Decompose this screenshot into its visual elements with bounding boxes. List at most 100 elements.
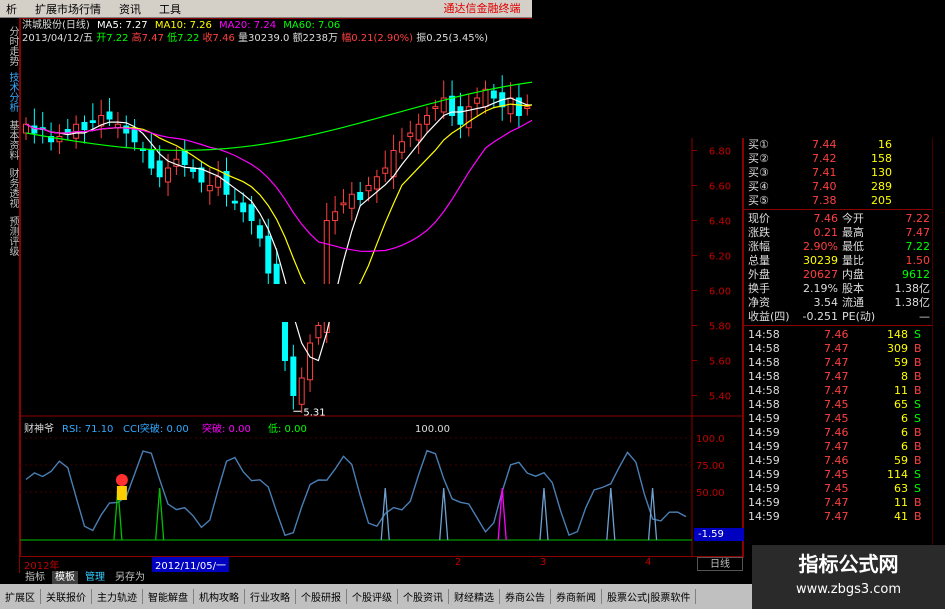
watermark-url: www.zbgs3.com [795,582,902,597]
candle-body [298,377,305,405]
tick-price: 7.45 [824,468,849,481]
stat-label: 收益(四) [748,310,790,323]
bottom-tab-template[interactable]: 模板 [52,571,78,584]
bottom-tab-save-as[interactable]: 另存为 [112,571,148,584]
toolbar-item[interactable]: 股票公式|股票软件 [602,589,697,604]
candle-body [315,325,322,339]
tick-time: 14:58 [748,356,780,369]
tab-fundamentals[interactable]: 基本资料 [2,118,18,162]
stat-row: 涨幅 2.90% 最低 7.22 [744,240,933,253]
tab-financials[interactable]: 财务透视 [2,166,18,210]
toolbar-item[interactable]: 个股评级 [347,589,398,604]
bid-price: 7.40 [812,180,837,193]
candle-body [457,106,464,125]
toolbar-item[interactable]: 个股研报 [296,589,347,604]
indicator-header-text: 财神爷 [24,422,54,435]
tick-row: 14:59 7.46 59 B [744,454,933,467]
toolbar-item[interactable]: 券商公告 [500,589,551,604]
brand-title: 通达信金融终端 [443,2,521,15]
tick-row: 14:59 7.46 6 B [744,426,933,439]
menu-item-tools[interactable]: 工具 [153,1,193,17]
candle-body [206,185,213,192]
quote-scrollbar[interactable] [932,138,945,558]
candle-body [165,167,172,183]
toolbar-item[interactable]: 个股资讯 [398,589,449,604]
toolbar-item[interactable]: 主力轨迹 [92,589,143,604]
stock-name: 洪城股份(日线) [22,20,90,31]
watermark-logo: 指标公式网 www.zbgs3.com [752,545,945,609]
low-marker-label: 5.31 [303,407,325,418]
menu-item-analysis[interactable]: 析 [0,1,29,17]
open-value: 开7.22 [96,33,129,44]
indicator-spike [539,487,549,541]
stat-value-2: 7.22 [905,212,931,225]
indicator-spike [497,487,507,541]
ma10-label: MA10: 7.26 [154,20,212,31]
header-line2: 2013/04/12/五 开7.22 高7.47 低7.22 收7.46 量30… [22,33,488,45]
bid-label: 买④ [748,180,769,193]
tick-side: S [914,412,921,425]
stat-label: 涨跌 [748,226,770,239]
candle-body [474,97,481,104]
tick-row: 14:59 7.45 114 S [744,468,933,481]
tick-time: 14:59 [748,412,780,425]
menu-item-ext-market[interactable]: 扩展市场行情 [29,1,113,17]
tick-time: 14:59 [748,426,780,439]
amplitude-value: 振0.25(3.45%) [416,33,489,44]
price-axis-label: 5.40 [709,392,731,403]
toolbar-item[interactable]: 关联报价 [41,589,92,604]
candle-body [524,106,531,109]
toolbar-item[interactable]: 券商新闻 [551,589,602,604]
toolbar-item[interactable]: 智能解盘 [143,589,194,604]
tab-intraday[interactable]: 分时走势 [2,24,18,68]
time-axis-mark-4: 4 [645,557,652,568]
tick-price: 7.47 [824,440,849,453]
tab-ratings[interactable]: 预测评级 [2,214,18,258]
bid-row: 买④ 7.40 289 [744,180,933,193]
candle-body [248,204,255,221]
candle-body [365,185,372,192]
indicator-header-text: 100.00 [415,424,450,435]
indicator-spike [439,487,449,541]
tick-side: B [914,342,922,355]
bid-label: 买② [748,152,769,165]
tick-row: 14:59 7.47 6 B [744,440,933,453]
stat-label: 总量 [748,254,770,267]
bid-volume: 289 [871,180,892,193]
tab-technical[interactable]: 技术分析 [2,70,18,114]
tick-volume: 59 [894,454,908,467]
stat-value-2: 7.47 [905,226,931,239]
menu-item-news[interactable]: 资讯 [113,1,153,17]
tick-price: 7.47 [824,370,849,383]
tick-time: 14:59 [748,468,780,481]
redacted-area-top [532,0,945,138]
tick-price: 7.45 [824,412,849,425]
toolbar-item[interactable]: 扩展区 [0,589,41,604]
bottom-tab-indicator[interactable]: 指标 [22,571,48,584]
price-axis-label: 5.60 [709,357,731,368]
toolbar-item[interactable]: 财经精选 [449,589,500,604]
tick-time: 14:59 [748,510,780,523]
bid-row: 买① 7.44 16 [744,138,933,151]
stat-label-2: 内盘 [842,268,864,281]
tick-side: S [914,482,921,495]
stat-value: 3.54 [813,296,839,309]
candle-body [240,202,247,213]
bid-label: 买③ [748,166,769,179]
indicator-current-value: -1.59 [694,528,744,541]
stat-row: 换手 2.19% 股本 1.38亿 [744,282,933,295]
toolbar-item[interactable]: 行业攻略 [245,589,296,604]
stat-label: 现价 [748,212,770,225]
low-value: 低7.22 [167,33,200,44]
watermark-title: 指标公式网 [798,552,899,576]
stat-value-2: — [919,310,930,323]
toolbar-item[interactable]: 机构攻略 [194,589,245,604]
bottom-tab-manage[interactable]: 管理 [82,571,108,584]
indicator-header-text: 突破: 0.00 [202,422,251,435]
indicator-axis-label: 50.00 [696,488,725,499]
tick-volume: 8 [901,370,908,383]
stat-row: 净资 3.54 流通 1.38亿 [744,296,933,309]
stat-row: 外盘 20627 内盘 9612 [744,268,933,281]
tick-time: 14:59 [748,454,780,467]
period-label[interactable]: 日线 [697,557,743,571]
